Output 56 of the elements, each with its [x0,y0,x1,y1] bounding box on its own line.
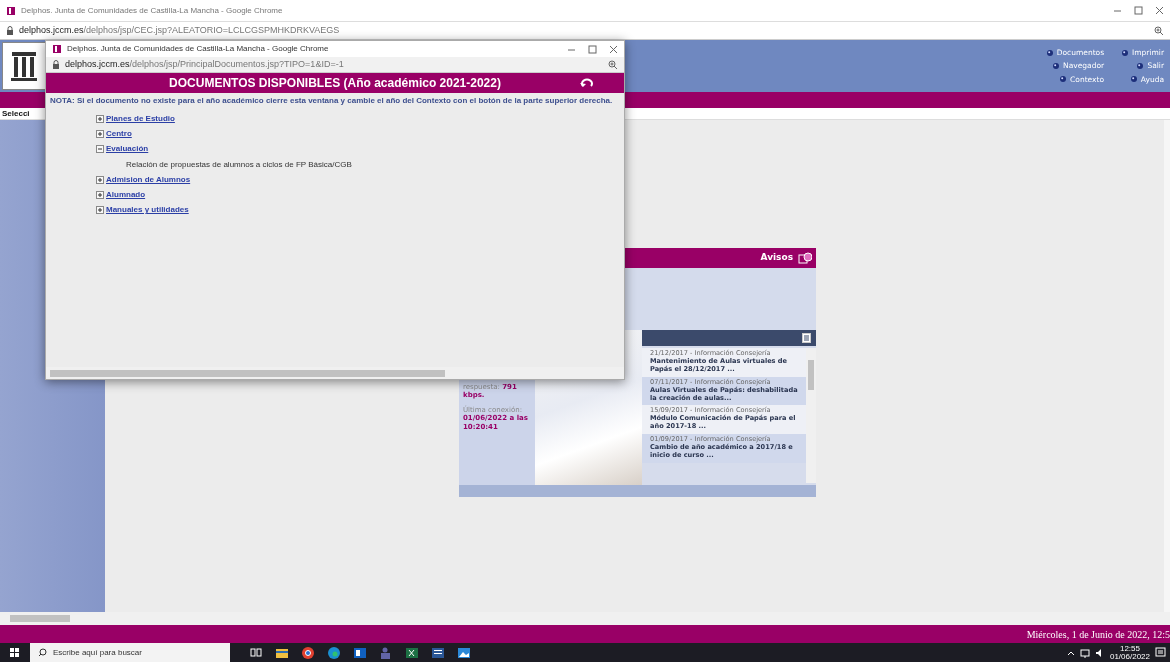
expand-icon[interactable] [96,176,104,184]
app-icon [52,44,62,54]
people-icon[interactable] [380,646,392,659]
mail-icon[interactable] [354,646,366,659]
scrollbar[interactable] [806,348,816,483]
bullet-icon [1122,49,1129,56]
folder-icon[interactable] [276,646,288,659]
network-icon[interactable] [1079,647,1090,658]
app-icon [6,5,16,16]
lock-icon [6,25,14,36]
expand-icon[interactable] [96,115,104,123]
tree-item[interactable]: Relación de propuestas de alumnos a ciclos de FP Básica/CGB [126,159,352,171]
bullet-icon [1130,76,1137,83]
status-date: Miércoles, 1 de Junio de 2022, 12:5 [0,625,1170,643]
url-text: delphos.jccm.es/delphos/jsp/CEC.jsp?ALEATORIO=LCLCGSPMHKDRKVAEGS [19,23,340,37]
task-view-icon[interactable] [250,646,262,659]
document-icon[interactable] [432,646,444,659]
zoom-icon[interactable] [608,59,618,70]
collapse-icon[interactable] [96,145,104,153]
window-title: Delphos. Junta de Comunidades de Castilla-La Mancha - Google Chrome [21,4,283,17]
maximize-icon[interactable] [1134,6,1143,15]
undo-icon[interactable] [580,77,594,89]
tree-link[interactable]: Centro [106,128,132,140]
scrollbar[interactable] [46,367,624,379]
expand-icon[interactable] [96,206,104,214]
lock-icon [52,59,60,70]
window-title: Delphos. Junta de Comunidades de Castilla-La Mancha - Google Chrome [67,43,329,55]
expand-icon[interactable] [96,130,104,138]
bullet-icon [1046,49,1053,56]
search-field[interactable]: Escribe aquí para buscar [30,643,230,662]
clock-date: 01/06/2022 [1109,652,1150,661]
browser-icon[interactable] [302,646,314,659]
bullet-icon [1053,63,1059,69]
maximize-icon[interactable] [588,44,597,54]
tree-link[interactable]: Manuales y utilidades [106,204,189,216]
scrollbar[interactable] [0,612,1170,625]
close-icon[interactable] [1155,6,1164,15]
close-icon[interactable] [609,44,618,54]
tree-link[interactable]: Admision de Alumnos [106,174,191,186]
page-heading: DOCUMENTOS DISPONIBLES (Año académico 2021-2022) [169,75,501,92]
browser-icon[interactable] [328,646,340,659]
spreadsheet-icon[interactable] [406,646,418,659]
tree-link[interactable]: Alumnado [106,189,146,201]
notice-icon [798,252,812,264]
tree-link[interactable]: Evaluación [106,143,149,155]
notification-icon[interactable] [1155,647,1166,658]
clock-time: 12:55 [1118,644,1141,653]
bullet-icon [1137,63,1144,69]
search-icon [38,648,47,657]
url-text: delphos.jccm.es/delphos/jsp/PrincipalDocumentos.jsp?TIPO=1&ID=-1 [65,57,344,71]
note-text: NOTA: Si el documento no existe para el año académico cierre esta ventana y cambie el año del Contexto con el botón de la parte superior derecha. [50,95,614,107]
zoom-icon[interactable] [1154,25,1164,36]
bullet-icon [1060,76,1067,83]
expand-icon[interactable] [96,191,104,199]
panel-title: Avisos [760,251,793,265]
photo-icon[interactable] [458,646,470,659]
